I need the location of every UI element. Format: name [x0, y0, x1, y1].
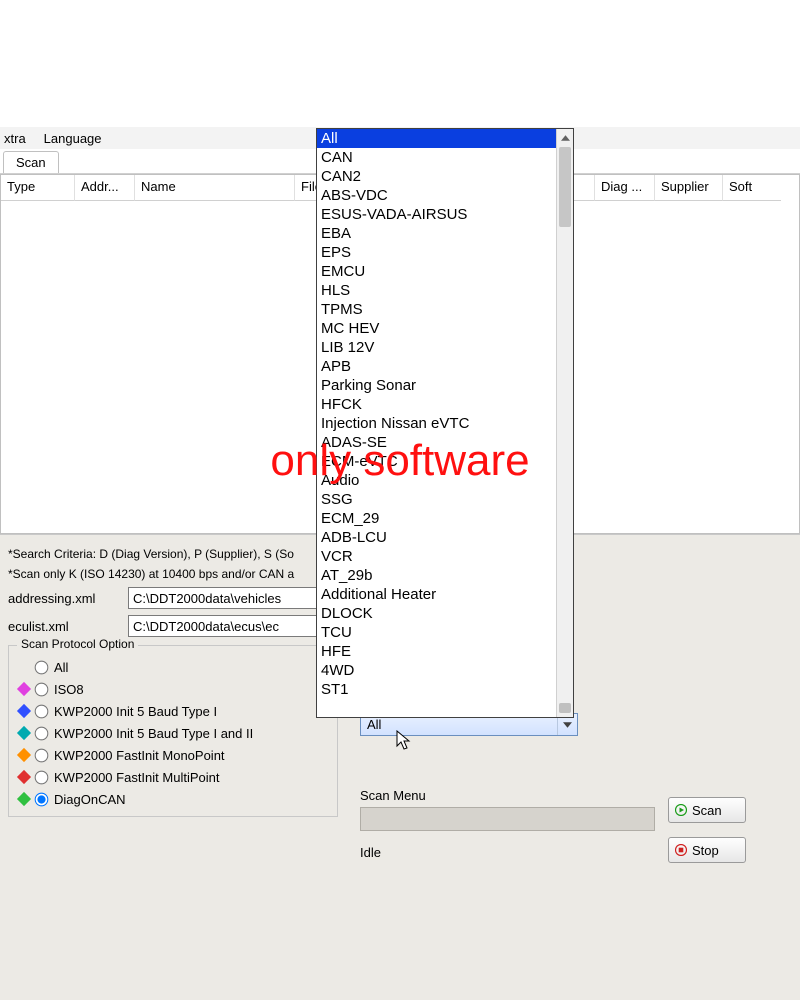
radio-kwp5b1-label: KWP2000 Init 5 Baud Type I: [54, 704, 217, 719]
diamond-icon: [17, 704, 31, 718]
tab-scan[interactable]: Scan: [3, 151, 59, 173]
radio-kwpmono-label: KWP2000 FastInit MonoPoint: [54, 748, 225, 763]
diamond-icon: [17, 770, 31, 784]
scan-button-label: Scan: [692, 803, 722, 818]
dropdown-item[interactable]: AT_29b: [317, 566, 556, 585]
dropdown-item[interactable]: LIB 12V: [317, 338, 556, 357]
protocol-title: Scan Protocol Option: [17, 637, 138, 651]
col-type[interactable]: Type: [1, 175, 75, 201]
radio-kwpmono[interactable]: [35, 748, 49, 762]
menu-extra[interactable]: xtra: [4, 131, 26, 146]
dropdown-item[interactable]: CAN: [317, 148, 556, 167]
stop-button-label: Stop: [692, 843, 719, 858]
dropdown-item[interactable]: All: [317, 129, 556, 148]
dropdown-item[interactable]: ADB-LCU: [317, 528, 556, 547]
scroll-up-icon[interactable]: [557, 129, 573, 146]
dropdown-item[interactable]: ADAS-SE: [317, 433, 556, 452]
dropdown-item[interactable]: Parking Sonar: [317, 376, 556, 395]
dropdown-item[interactable]: MC HEV: [317, 319, 556, 338]
radio-all-label: All: [54, 660, 68, 675]
protocol-group: Scan Protocol Option All ISO8 KWP2000 In…: [8, 645, 338, 817]
radio-diagcan-label: DiagOnCAN: [54, 792, 126, 807]
stop-button[interactable]: Stop: [668, 837, 746, 863]
filter-dropdown-list[interactable]: AllCANCAN2ABS-VDCESUS-VADA-AIRSUSEBAEPSE…: [316, 128, 574, 718]
dropdown-item[interactable]: EPS: [317, 243, 556, 262]
radio-kwpmulti-label: KWP2000 FastInit MultiPoint: [54, 770, 219, 785]
radio-kwpmulti[interactable]: [35, 770, 49, 784]
dropdown-item[interactable]: 4WD: [317, 661, 556, 680]
dropdown-item[interactable]: SSG: [317, 490, 556, 509]
diamond-icon: [17, 792, 31, 806]
radio-diagcan[interactable]: [35, 792, 49, 806]
stop-icon: [675, 844, 687, 856]
dropdown-item[interactable]: ECM-eVTC: [317, 452, 556, 471]
dropdown-item[interactable]: ESUS-VADA-AIRSUS: [317, 205, 556, 224]
radio-all[interactable]: [35, 660, 49, 674]
dropdown-item[interactable]: ECM_29: [317, 509, 556, 528]
dropdown-item[interactable]: HLS: [317, 281, 556, 300]
menu-language[interactable]: Language: [44, 131, 102, 146]
scroll-thumb[interactable]: [559, 703, 571, 713]
dropdown-item[interactable]: Additional Heater: [317, 585, 556, 604]
dropdown-item[interactable]: ABS-VDC: [317, 186, 556, 205]
play-icon: [675, 804, 687, 816]
col-diag[interactable]: Diag ...: [595, 175, 655, 201]
addressing-label: addressing.xml: [8, 591, 128, 606]
scroll-thumb[interactable]: [559, 147, 571, 227]
col-addr[interactable]: Addr...: [75, 175, 135, 201]
radio-kwp5b12[interactable]: [35, 726, 49, 740]
col-supplier[interactable]: Supplier: [655, 175, 723, 201]
dropdown-item[interactable]: HFE: [317, 642, 556, 661]
dropdown-item[interactable]: CAN2: [317, 167, 556, 186]
radio-kwp5b12-label: KWP2000 Init 5 Baud Type I and II: [54, 726, 253, 741]
dropdown-item[interactable]: ST1: [317, 680, 556, 699]
filter-combo-value: All: [367, 717, 381, 732]
dropdown-item[interactable]: Injection Nissan eVTC: [317, 414, 556, 433]
scan-button[interactable]: Scan: [668, 797, 746, 823]
col-soft[interactable]: Soft: [723, 175, 781, 201]
radio-iso8-label: ISO8: [54, 682, 84, 697]
dropdown-item[interactable]: TPMS: [317, 300, 556, 319]
diamond-icon: [17, 748, 31, 762]
col-name[interactable]: Name: [135, 175, 295, 201]
radio-iso8[interactable]: [35, 682, 49, 696]
eculist-label: eculist.xml: [8, 619, 128, 634]
dropdown-item[interactable]: APB: [317, 357, 556, 376]
dropdown-item[interactable]: Audio: [317, 471, 556, 490]
diamond-icon: [17, 726, 31, 740]
dropdown-item[interactable]: DLOCK: [317, 604, 556, 623]
dropdown-item[interactable]: VCR: [317, 547, 556, 566]
dropdown-item[interactable]: EBA: [317, 224, 556, 243]
dropdown-item[interactable]: TCU: [317, 623, 556, 642]
dropdown-item[interactable]: HFCK: [317, 395, 556, 414]
scrollbar[interactable]: [556, 129, 573, 717]
dropdown-item[interactable]: EMCU: [317, 262, 556, 281]
diamond-icon: [17, 682, 31, 696]
scan-menu-box: [360, 807, 655, 831]
radio-kwp5b1[interactable]: [35, 704, 49, 718]
